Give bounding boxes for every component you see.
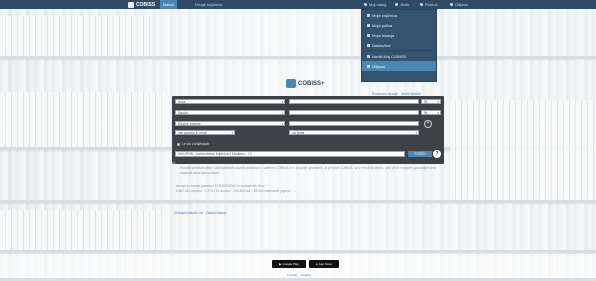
search-input-1[interactable] bbox=[289, 99, 419, 104]
shelf-icon bbox=[367, 23, 370, 27]
search-button[interactable]: POIŠČI bbox=[408, 151, 432, 157]
material-type-select[interactable]: vse gradivo in enoti ▾ bbox=[175, 130, 235, 135]
saved-queries-link[interactable]: Shranjeni iskalni nizi bbox=[174, 211, 203, 215]
cobiss-logo[interactable]: COBISS bbox=[128, 1, 155, 8]
language-value: vsi jeziki bbox=[292, 130, 305, 135]
menu-item-label: Moja knjižnica bbox=[372, 12, 398, 18]
brand-name: COBISS+ bbox=[298, 80, 325, 87]
field-select-value: Ključne besede bbox=[178, 121, 201, 126]
operator-value: IN bbox=[424, 99, 428, 104]
help-menu[interactable]: Pomoč bbox=[420, 0, 437, 9]
books-decoration bbox=[0, 92, 165, 147]
books-decoration bbox=[0, 16, 150, 56]
recent-searches-link[interactable]: Zadnja iskanja bbox=[206, 211, 227, 215]
shelf-line bbox=[0, 200, 596, 203]
my-account-menu[interactable]: Moj nalog bbox=[364, 0, 386, 9]
logout-icon bbox=[450, 3, 453, 6]
quote-text: Podatki predstavljeni v bibliografskih b… bbox=[180, 166, 437, 175]
chevron-down-icon: ▾ bbox=[281, 122, 283, 126]
footer-links: Kontakt English bbox=[287, 273, 311, 277]
google-play-badge[interactable]: ▶ Google Play bbox=[272, 260, 306, 268]
operator-select-2[interactable]: IN ▾ bbox=[421, 110, 441, 115]
user-icon bbox=[364, 3, 367, 6]
contact-link[interactable]: Kontakt bbox=[287, 273, 297, 277]
play-icon: ▶ bbox=[279, 262, 282, 266]
menu-item-logout[interactable]: Odjava bbox=[362, 61, 436, 71]
database-stats: Iskanje po bazah podatkov COBISS/OPAC in… bbox=[176, 184, 376, 193]
logo-text: COBISS bbox=[136, 1, 156, 8]
field-select-1[interactable]: Avtor ▾ bbox=[175, 99, 285, 104]
books-decoration bbox=[450, 100, 596, 200]
brand-logo: COBISS+ bbox=[286, 79, 325, 88]
menu-item-label: Moja iskanja bbox=[372, 32, 395, 38]
shelf-line bbox=[0, 250, 596, 253]
chevron-down-icon: ▾ bbox=[437, 100, 439, 104]
saved-searches-links: Shranjeni iskalni nizi Zadnja iskanja bbox=[174, 211, 226, 215]
help-icon bbox=[420, 3, 423, 6]
info-quote: “ Podatki predstavljeni v bibliografskih… bbox=[172, 160, 440, 176]
help-label: Pomoč bbox=[425, 2, 438, 7]
quote-icon: “ bbox=[172, 160, 176, 172]
menu-item-label: Nastavitve bbox=[372, 42, 391, 48]
field-select-3[interactable]: Ključne besede ▾ bbox=[175, 121, 285, 126]
gear-icon bbox=[367, 43, 370, 47]
menu-item-my-library[interactable]: Moja knjižnica bbox=[362, 10, 436, 20]
menu-item-label: Izbriši Moj COBISS bbox=[372, 53, 407, 59]
chevron-down-icon: ▾ bbox=[415, 131, 417, 135]
menu-item-my-searches[interactable]: Moja iskanja bbox=[362, 30, 436, 40]
menu-item-label: Odjava bbox=[372, 63, 385, 69]
chevron-down-icon: ▾ bbox=[281, 111, 283, 115]
search-input-3[interactable] bbox=[289, 121, 419, 126]
operator-select-1[interactable]: IN ▾ bbox=[421, 99, 441, 104]
books-decoration bbox=[0, 210, 165, 250]
menu-item-delete-account[interactable]: Izbriši Moj COBISS bbox=[362, 51, 436, 61]
language-select[interactable]: vsi jeziki ▾ bbox=[289, 130, 419, 135]
search-input-2[interactable] bbox=[289, 110, 419, 115]
apple-icon: ● bbox=[315, 262, 318, 266]
library-scope-value: SIKLIPHB - Univerzitetna knjižnica v Mar… bbox=[178, 152, 252, 156]
globe-icon bbox=[395, 3, 398, 6]
field-select-2[interactable]: Naslov ▾ bbox=[175, 110, 285, 115]
my-account-label: Moj nalog bbox=[369, 2, 387, 7]
logout-label: Odjava bbox=[455, 2, 468, 7]
question-icon[interactable]: ? bbox=[433, 150, 441, 158]
chevron-down-icon: ▾ bbox=[231, 131, 233, 135]
material-type-value: vse gradivo in enoti bbox=[178, 130, 207, 135]
brand-mark-icon bbox=[286, 79, 296, 88]
nav-item-other-libraries[interactable]: Druge knjižnice bbox=[195, 0, 222, 9]
english-link[interactable]: English bbox=[301, 273, 311, 277]
search-icon bbox=[367, 33, 370, 37]
stats-line: 2.887.491 zapisov · 7.273.174 izvodov · … bbox=[176, 188, 296, 193]
menu-item-label: Moja polica bbox=[372, 22, 393, 28]
language-menu[interactable]: Jezik bbox=[395, 0, 409, 9]
language-label: Jezik bbox=[400, 2, 410, 7]
shelf-line bbox=[0, 56, 596, 59]
nav-item-active[interactable]: Nalozi bbox=[160, 0, 178, 9]
store-label: App Store bbox=[318, 262, 333, 266]
store-label: Google Play bbox=[282, 262, 299, 266]
logout-menu[interactable]: Odjava bbox=[450, 0, 468, 9]
menu-item-settings[interactable]: Nastavitve bbox=[362, 40, 436, 50]
checkbox-label: Le v/o v knjižnicah bbox=[182, 142, 209, 146]
app-store-badge[interactable]: ● App Store bbox=[309, 260, 339, 268]
library-scope-select[interactable]: SIKLIPHB - Univerzitetna knjižnica v Mar… bbox=[175, 151, 405, 157]
chevron-down-icon: ▾ bbox=[281, 100, 283, 104]
operator-value: IN bbox=[424, 110, 428, 115]
library-icon bbox=[367, 13, 370, 17]
logo-mark-icon bbox=[128, 1, 134, 8]
user-delete-icon bbox=[367, 54, 370, 58]
available-only-checkbox[interactable]: Le v/o v knjižnicah bbox=[177, 142, 209, 146]
checkbox-box[interactable] bbox=[177, 142, 180, 146]
add-row-button[interactable]: + bbox=[424, 120, 432, 128]
menu-item-my-shelf[interactable]: Moja polica bbox=[362, 20, 436, 30]
chevron-down-icon: ▾ bbox=[437, 111, 439, 115]
logout-icon bbox=[367, 64, 370, 68]
field-select-value: Naslov bbox=[178, 110, 189, 115]
user-dropdown-menu: Moja knjižnica Moja polica Moja iskanja … bbox=[361, 9, 437, 82]
top-navbar: COBISS Nalozi Druge knjižnice Moj nalog … bbox=[0, 0, 596, 9]
field-select-value: Avtor bbox=[178, 99, 186, 104]
